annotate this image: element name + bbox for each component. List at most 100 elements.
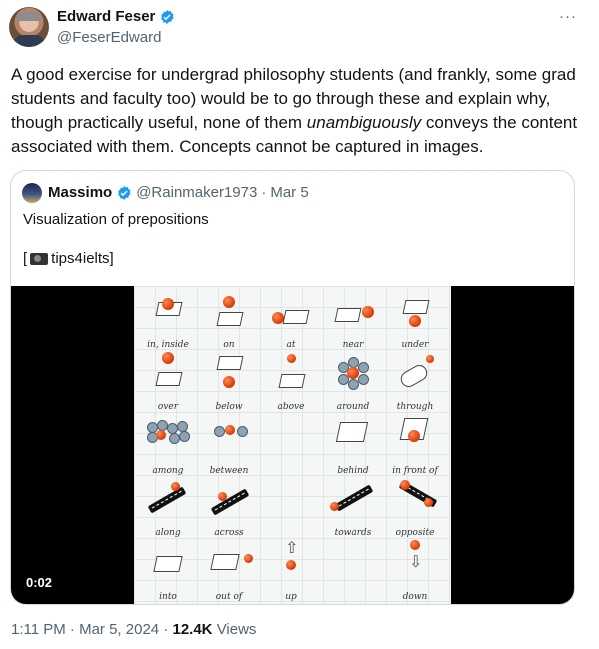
more-icon[interactable]: ··· — [559, 8, 577, 25]
box-shape — [153, 556, 183, 572]
prep-on: on — [200, 288, 258, 350]
ball-shape — [272, 312, 284, 324]
ball-shape — [409, 315, 421, 327]
footer-separator-2: · — [163, 621, 169, 638]
avatar-hair — [17, 12, 41, 21]
views-label: Views — [216, 621, 257, 638]
box-shape — [334, 308, 362, 322]
ball-shape — [218, 492, 227, 501]
quoted-tweet[interactable]: Massimo @Rainmaker1973 · Mar 5 Visualiza… — [10, 170, 575, 605]
ball-shape — [223, 376, 235, 388]
grey-ball — [237, 426, 248, 437]
quote-author-handle[interactable]: @Rainmaker1973 — [136, 184, 257, 201]
quote-bracket: [ — [23, 250, 28, 267]
prep-label: through — [396, 402, 434, 412]
prep-among: among — [139, 414, 197, 476]
box-shape — [216, 356, 244, 370]
prep-label: under — [401, 340, 429, 350]
prep-near: near — [324, 288, 382, 350]
box-shape — [282, 310, 310, 324]
box-shape — [278, 374, 306, 388]
quote-text-line1: Visualization of prepositions — [23, 211, 209, 228]
grey-ball — [214, 426, 225, 437]
ball-shape — [244, 554, 253, 563]
ball-shape — [287, 354, 296, 363]
box-shape — [216, 312, 244, 326]
prep-label: opposite — [395, 528, 435, 538]
prep-label: on — [223, 340, 235, 350]
prep-label: between — [209, 466, 249, 476]
ball-shape — [286, 560, 296, 570]
prep-in-front-of: in front of — [386, 414, 444, 476]
ball-shape — [171, 482, 180, 491]
quote-header: Massimo @Rainmaker1973 · Mar 5 — [48, 184, 309, 201]
avatar-shirt — [13, 35, 45, 47]
road-shape — [210, 488, 250, 516]
ball-shape — [347, 367, 359, 379]
prep-label: behind — [337, 466, 369, 476]
prep-up: ⇧ up — [262, 538, 320, 602]
prep-label: across — [214, 528, 244, 538]
video-player[interactable]: in, inside on at near under over below a… — [11, 286, 574, 604]
prep-label: in, inside — [147, 340, 189, 350]
prep-over: over — [139, 350, 197, 412]
up-arrow-icon: ⇧ — [285, 538, 299, 557]
prep-label: up — [285, 592, 297, 602]
prep-below: below — [200, 350, 258, 412]
prep-label: around — [336, 402, 370, 412]
prep-under: under — [386, 288, 444, 350]
prep-label: near — [342, 340, 364, 350]
prep-label: in front of — [392, 466, 438, 476]
quote-author-name[interactable]: Massimo — [48, 184, 112, 201]
verified-icon — [118, 185, 131, 200]
prep-opposite: opposite — [386, 476, 444, 538]
views-count: 12.4K — [172, 621, 213, 638]
quote-avatar[interactable] — [22, 183, 42, 203]
prep-at: at — [262, 288, 320, 350]
prep-above: above — [262, 350, 320, 412]
ball-shape — [424, 498, 433, 507]
prep-label: out of — [215, 592, 243, 602]
quote-source: tips4ielts] — [51, 250, 114, 267]
prep-between: between — [200, 414, 258, 476]
prep-into: into — [139, 540, 197, 602]
prep-label: below — [215, 402, 243, 412]
road-shape — [334, 484, 374, 512]
prep-behind: behind — [324, 414, 382, 476]
ball-shape — [162, 298, 174, 310]
prep-along: along — [139, 476, 197, 538]
grey-ball — [358, 362, 369, 373]
post-time[interactable]: 1:11 PM — [11, 621, 66, 638]
tweet-text-emphasis: unambiguously — [306, 113, 422, 132]
tweet-footer: 1:11 PM · Mar 5, 2024 · 12.4K Views — [11, 621, 256, 638]
author-name[interactable]: Edward Feser — [57, 8, 155, 25]
box-shape — [402, 300, 430, 314]
ball-shape — [400, 480, 410, 490]
quote-date[interactable]: Mar 5 — [270, 184, 308, 201]
prep-label: over — [157, 402, 179, 412]
ball-shape — [426, 355, 434, 363]
prep-towards: towards — [324, 476, 382, 538]
author-avatar[interactable] — [9, 7, 49, 47]
quote-separator: · — [261, 184, 267, 201]
prep-out-of: out of — [200, 540, 258, 602]
post-date[interactable]: Mar 5, 2024 — [79, 621, 159, 638]
ball-shape — [330, 502, 339, 511]
grey-ball — [358, 374, 369, 385]
prep-label: among — [152, 466, 184, 476]
prep-label: down — [402, 592, 428, 602]
tweet-text: A good exercise for undergrad philosophy… — [11, 63, 581, 159]
author-handle[interactable]: @FeserEdward — [57, 29, 161, 46]
ball-shape — [225, 425, 235, 435]
prep-label: towards — [334, 528, 372, 538]
ball-shape — [410, 540, 420, 550]
prepositions-image: in, inside on at near under over below a… — [134, 286, 451, 604]
box-shape — [210, 554, 240, 570]
video-time-badge: 0:02 — [20, 573, 59, 592]
camera-icon — [30, 252, 49, 265]
prep-in: in, inside — [139, 288, 197, 350]
box-shape — [155, 372, 183, 386]
prep-label: at — [286, 340, 296, 350]
cylinder-shape — [397, 362, 431, 390]
prep-label: above — [277, 402, 305, 412]
